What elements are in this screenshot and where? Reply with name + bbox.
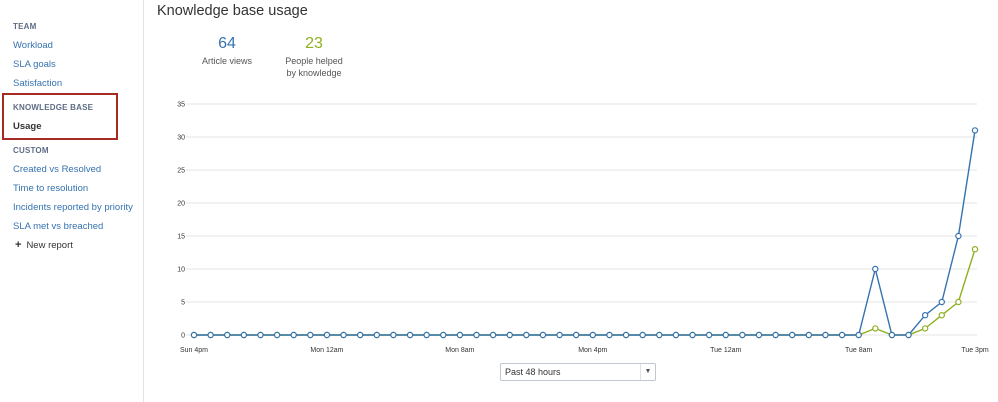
time-range-select[interactable]: Past 48 hours ▼ [500, 363, 656, 381]
data-point [240, 331, 248, 339]
data-point [971, 245, 979, 253]
data-point [207, 331, 214, 339]
data-point [224, 331, 231, 339]
data-point [838, 331, 846, 339]
data-point [440, 331, 447, 339]
y-tick-label: 35 [177, 102, 185, 109]
data-point [556, 331, 563, 339]
data-point [689, 331, 696, 339]
x-tick-label: Tue 12am [710, 347, 741, 354]
data-point [905, 331, 912, 339]
data-point [722, 331, 729, 339]
data-point [921, 312, 929, 319]
x-tick-label: Tue 3pm [961, 347, 989, 354]
data-point [971, 127, 979, 134]
data-point [190, 331, 198, 339]
data-point [921, 325, 929, 332]
data-point [307, 331, 314, 339]
time-range-value: Past 48 hours [505, 367, 561, 377]
y-tick-label: 25 [177, 168, 185, 175]
data-point [822, 331, 829, 339]
series-line [194, 248, 976, 336]
data-point [356, 331, 364, 339]
data-point [406, 331, 414, 339]
y-tick-label: 0 [181, 333, 185, 340]
data-point [739, 331, 746, 339]
data-point [606, 331, 613, 339]
y-tick-label: 10 [177, 267, 185, 274]
data-point [340, 331, 347, 339]
x-tick-label: Sun 4pm [180, 347, 208, 354]
y-tick-label: 30 [177, 135, 185, 142]
data-point [506, 331, 513, 339]
x-tick-label: Mon 4pm [578, 347, 607, 354]
data-point [805, 331, 813, 339]
data-point [257, 331, 264, 339]
series-line [194, 130, 976, 336]
y-tick-label: 20 [177, 201, 185, 208]
data-point [273, 331, 281, 339]
x-tick-label: Tue 8am [845, 347, 873, 354]
x-tick-label: Mon 8am [445, 347, 474, 354]
data-point [523, 331, 530, 339]
data-point [390, 331, 397, 339]
chevron-down-icon[interactable]: ▼ [640, 364, 655, 380]
data-point [473, 331, 480, 339]
data-point [489, 331, 497, 339]
data-point [456, 331, 464, 339]
y-tick-label: 15 [177, 234, 185, 241]
data-point [789, 331, 796, 339]
data-point [656, 331, 663, 339]
data-point [772, 331, 779, 339]
data-point [539, 331, 547, 339]
data-point [572, 331, 580, 339]
data-point [938, 312, 945, 319]
data-point [705, 331, 713, 339]
data-point [938, 298, 945, 306]
data-point [888, 331, 896, 339]
data-point [872, 265, 879, 273]
data-point [373, 331, 380, 339]
data-point [323, 331, 331, 339]
data-point [955, 298, 962, 306]
data-point [589, 331, 597, 339]
data-point [423, 331, 430, 339]
data-point [672, 331, 680, 339]
y-tick-label: 5 [181, 300, 185, 307]
data-point [755, 331, 763, 339]
data-point [872, 325, 879, 332]
data-point [855, 331, 862, 339]
data-point [290, 331, 297, 339]
data-point [955, 232, 962, 240]
data-point [639, 331, 646, 339]
data-point [622, 331, 630, 339]
usage-line-chart: 0 5 10 15 20 25 30 35 Sun 4pm Mon 12am Mon 8am Mon … [177, 102, 989, 355]
x-tick-label: Mon 12am [310, 347, 343, 354]
